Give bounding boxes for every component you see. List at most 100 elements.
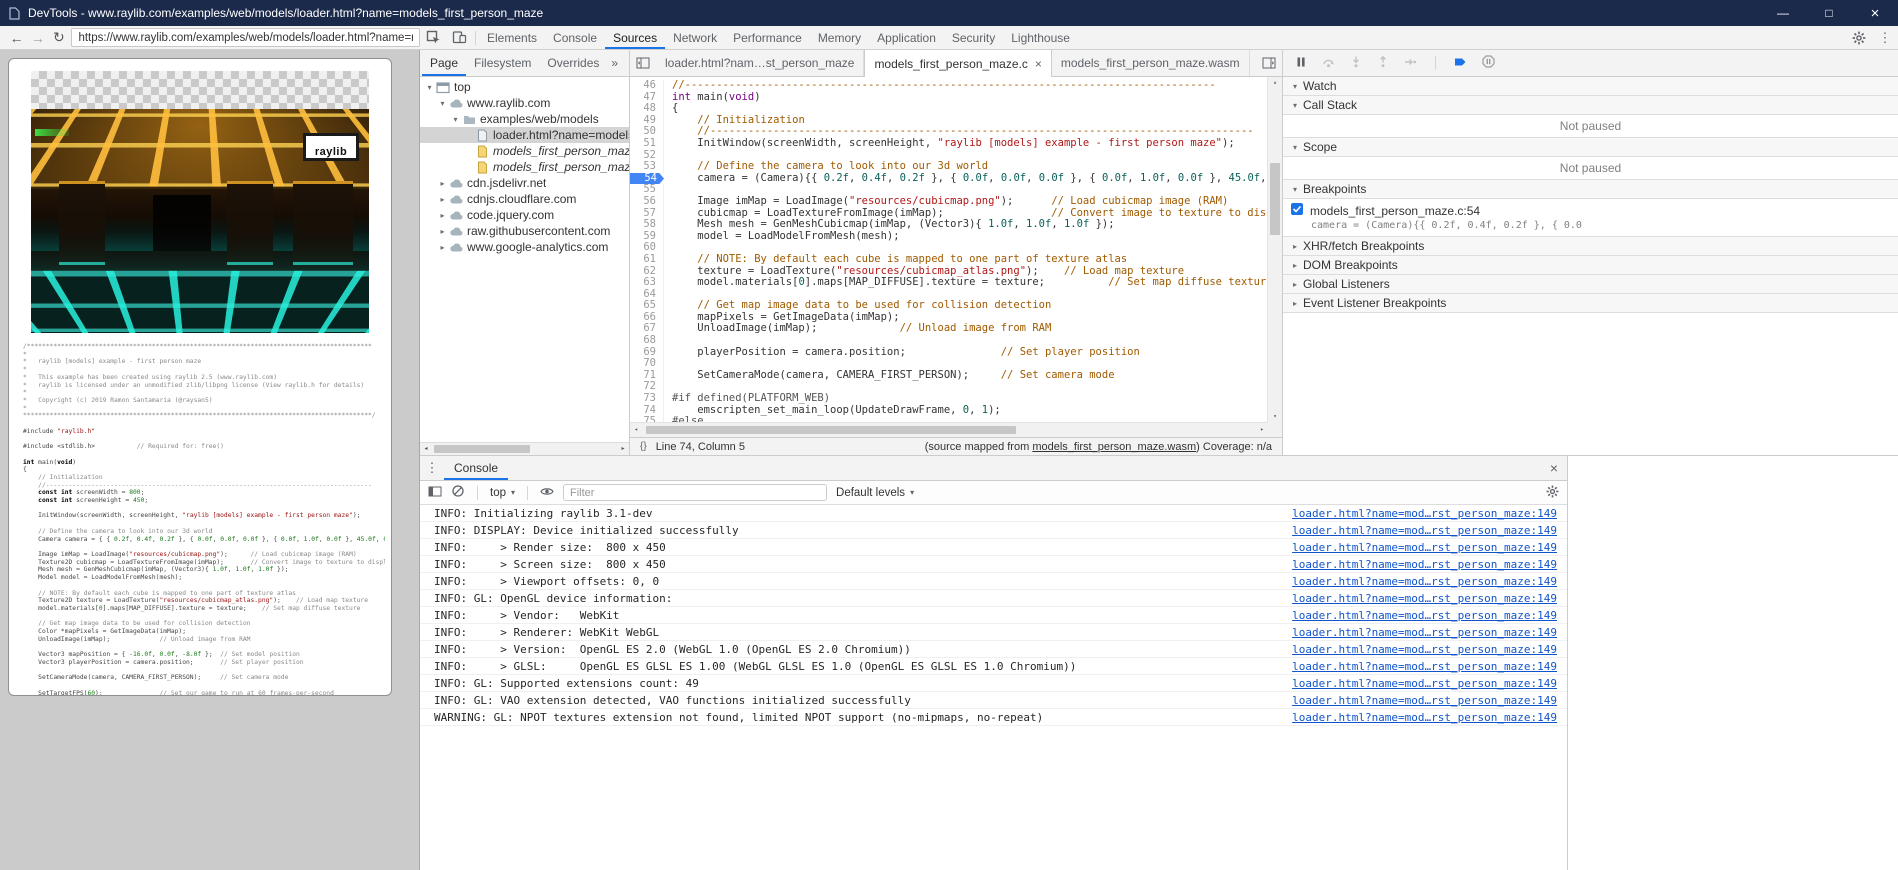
tab-network[interactable]: Network — [665, 26, 725, 49]
collapsed-icon[interactable]: ▸ — [437, 243, 448, 252]
scroll-up-icon[interactable]: ▴ — [1268, 77, 1282, 89]
scrollbar-thumb[interactable] — [434, 445, 530, 453]
tab-elements[interactable]: Elements — [479, 26, 545, 49]
tab-sources[interactable]: Sources — [605, 26, 665, 49]
console-levels-dropdown[interactable]: Default levels ▾ — [836, 487, 914, 499]
collapsed-icon[interactable]: ▸ — [437, 195, 448, 204]
code-line[interactable]: 47 int main(void) — [630, 91, 1282, 104]
scroll-right-icon[interactable]: ▸ — [617, 443, 629, 454]
breakpoint-checkbox[interactable] — [1291, 203, 1303, 218]
scrollbar-thumb[interactable] — [646, 426, 1017, 434]
close-button[interactable]: × — [1852, 0, 1898, 26]
tab-console-drawer[interactable]: Console — [444, 456, 508, 480]
console-context-selector[interactable]: top ▾ — [490, 487, 515, 499]
navigator-tab-page[interactable]: Page — [422, 50, 466, 76]
line-number-gutter[interactable]: 56 — [630, 195, 664, 208]
inspect-element-icon[interactable] — [420, 26, 446, 49]
close-tab-icon[interactable]: × — [1035, 57, 1042, 71]
editor-horizontal-scrollbar[interactable]: ◂ ▸ — [630, 422, 1268, 437]
section-header-xhr-fetch-breakpoints[interactable]: ▸ XHR/fetch Breakpoints — [1283, 237, 1898, 256]
console-sidebar-toggle-icon[interactable] — [428, 485, 442, 501]
file-tree-item[interactable]: ▾ top — [420, 79, 629, 95]
console-source-link[interactable]: loader.html?name=mod…rst_person_maze:149 — [1272, 694, 1557, 707]
tab-console[interactable]: Console — [545, 26, 605, 49]
file-tree-item[interactable]: ▸ cdnjs.cloudflare.com — [420, 191, 629, 207]
clear-console-icon[interactable] — [451, 484, 465, 501]
step-out-icon[interactable] — [1377, 55, 1389, 71]
scroll-left-icon[interactable]: ◂ — [420, 443, 432, 454]
toggle-navigator-icon[interactable] — [630, 50, 656, 76]
step-over-icon[interactable] — [1322, 56, 1335, 71]
console-source-link[interactable]: loader.html?name=mod…rst_person_maze:149 — [1272, 626, 1557, 639]
file-tree-item[interactable]: ▸ raw.githubusercontent.com — [420, 223, 629, 239]
navigator-tab-filesystem[interactable]: Filesystem — [466, 50, 539, 76]
tab-application[interactable]: Application — [869, 26, 944, 49]
line-number-gutter[interactable]: 46 — [630, 79, 664, 92]
file-tree-item[interactable]: ▸ code.jquery.com — [420, 207, 629, 223]
line-number-gutter[interactable]: 63 — [630, 276, 664, 289]
section-header-event-listener-breakpoints[interactable]: ▸ Event Listener Breakpoints — [1283, 294, 1898, 313]
file-tree-item[interactable]: models_first_person_maze.wasm — [420, 159, 629, 175]
file-tree-item[interactable]: ▸ cdn.jsdelivr.net — [420, 175, 629, 191]
pause-script-icon[interactable] — [1295, 56, 1307, 71]
code-line[interactable]: 63 model.materials[0].maps[MAP_DIFFUSE].… — [630, 276, 1282, 289]
navigator-horizontal-scrollbar[interactable]: ◂ ▸ — [420, 442, 629, 455]
step-into-icon[interactable] — [1350, 56, 1362, 71]
reload-icon[interactable]: ↻ — [48, 29, 69, 46]
scroll-left-icon[interactable]: ◂ — [630, 423, 642, 436]
code-viewport[interactable]: 46//------------------------------------… — [630, 77, 1282, 437]
section-header-scope[interactable]: ▾ Scope — [1283, 138, 1898, 157]
url-input[interactable] — [71, 28, 421, 47]
file-tree-item[interactable]: loader.html?name=models_first_pe — [420, 127, 629, 143]
console-source-link[interactable]: loader.html?name=mod…rst_person_maze:149 — [1272, 524, 1557, 537]
expanded-icon[interactable]: ▾ — [437, 99, 448, 108]
code-line[interactable]: 51 InitWindow(screenWidth, screenHeight,… — [630, 137, 1282, 150]
line-number-gutter[interactable]: 68 — [630, 334, 664, 347]
file-tree-item[interactable]: ▾ www.raylib.com — [420, 95, 629, 111]
section-header-dom-breakpoints[interactable]: ▸ DOM Breakpoints — [1283, 256, 1898, 275]
console-source-link[interactable]: loader.html?name=mod…rst_person_maze:149 — [1272, 711, 1557, 724]
console-source-link[interactable]: loader.html?name=mod…rst_person_maze:149 — [1272, 507, 1557, 520]
line-number-gutter[interactable]: 53 — [630, 161, 664, 173]
device-toolbar-icon[interactable] — [446, 26, 472, 49]
forward-icon[interactable]: → — [27, 30, 48, 46]
wasm-source-link[interactable]: models_first_person_maze.wasm — [1032, 441, 1196, 453]
code-line[interactable]: 59 model = LoadModelFromMesh(mesh); — [630, 230, 1282, 243]
tab-memory[interactable]: Memory — [810, 26, 869, 49]
toggle-debugger-sidebar-icon[interactable] — [1256, 50, 1282, 76]
editor-tab-models-first-person-maze-wasm[interactable]: models_first_person_maze.wasm — [1052, 50, 1250, 76]
breakpoint-entry[interactable]: models_first_person_maze.c:54 camera = (C… — [1283, 199, 1898, 237]
breakpoint-marker[interactable]: 54 — [630, 173, 664, 185]
tab-lighthouse[interactable]: Lighthouse — [1003, 26, 1078, 49]
settings-gear-icon[interactable] — [1846, 26, 1872, 49]
collapsed-icon[interactable]: ▸ — [437, 227, 448, 236]
console-source-link[interactable]: loader.html?name=mod…rst_person_maze:149 — [1272, 541, 1557, 554]
section-header-watch[interactable]: ▾ Watch — [1283, 77, 1898, 96]
minimize-button[interactable]: — — [1760, 0, 1806, 26]
console-filter-input[interactable] — [563, 484, 828, 501]
expanded-icon[interactable]: ▾ — [424, 83, 435, 92]
console-source-link[interactable]: loader.html?name=mod…rst_person_maze:149 — [1272, 609, 1557, 622]
scrollbar-thumb[interactable] — [1270, 163, 1280, 235]
more-options-icon[interactable]: ⋮ — [1872, 26, 1898, 49]
console-source-link[interactable]: loader.html?name=mod…rst_person_maze:149 — [1272, 677, 1557, 690]
code-line[interactable]: 67 UnloadImage(imMap); // Unload image f… — [630, 323, 1282, 336]
console-source-link[interactable]: loader.html?name=mod…rst_person_maze:149 — [1272, 558, 1557, 571]
tab-security[interactable]: Security — [944, 26, 1003, 49]
expanded-icon[interactable]: ▾ — [450, 115, 461, 124]
code-line[interactable]: 69 playerPosition = camera.position; // … — [630, 346, 1282, 359]
pretty-print-icon[interactable]: {} — [640, 441, 647, 452]
console-source-link[interactable]: loader.html?name=mod…rst_person_maze:149 — [1272, 643, 1557, 656]
scroll-right-icon[interactable]: ▸ — [1256, 423, 1268, 436]
console-source-link[interactable]: loader.html?name=mod…rst_person_maze:149 — [1272, 592, 1557, 605]
line-number-gutter[interactable]: 51 — [630, 137, 664, 150]
console-settings-gear-icon[interactable] — [1546, 485, 1559, 501]
back-icon[interactable]: ← — [6, 30, 27, 46]
step-icon[interactable] — [1404, 56, 1417, 71]
section-header-breakpoints[interactable]: ▾ Breakpoints — [1283, 180, 1898, 199]
pause-on-exceptions-icon[interactable] — [1482, 55, 1495, 71]
editor-tab-models-first-person-maze-c[interactable]: models_first_person_maze.c × — [864, 50, 1052, 77]
tab-performance[interactable]: Performance — [725, 26, 810, 49]
line-number-gutter[interactable]: 61 — [630, 253, 664, 266]
drawer-close-icon[interactable]: × — [1541, 460, 1567, 476]
